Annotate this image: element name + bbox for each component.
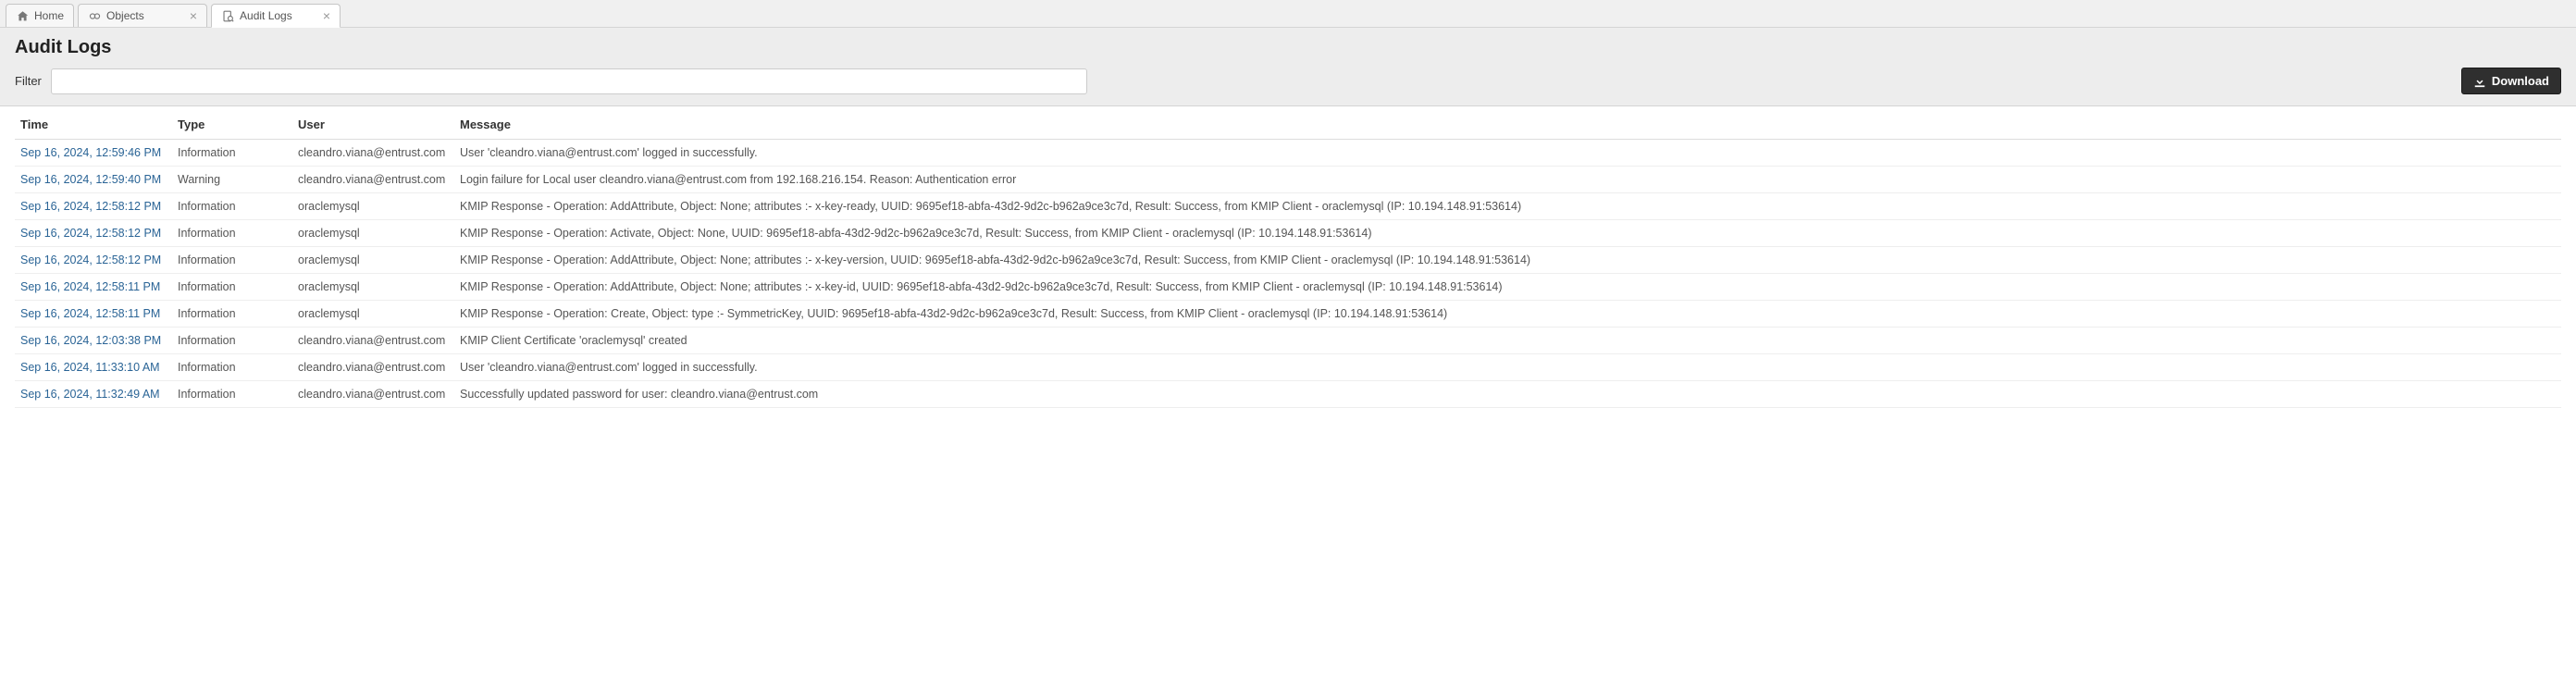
cell-type: Information: [172, 140, 292, 167]
tab-audit-logs-label: Audit Logs: [240, 9, 314, 22]
cell-message: Login failure for Local user cleandro.vi…: [454, 167, 2561, 193]
cell-message: KMIP Response - Operation: AddAttribute,…: [454, 274, 2561, 301]
cell-message: Successfully updated password for user: …: [454, 381, 2561, 408]
cell-message: KMIP Response - Operation: Create, Objec…: [454, 301, 2561, 328]
table-row: Sep 16, 2024, 12:03:38 PM Informationclea…: [15, 328, 2561, 354]
objects-icon: [88, 9, 101, 22]
time-link[interactable]: Sep 16, 2024, 12:58:12 PM: [20, 227, 161, 240]
cell-time: Sep 16, 2024, 11:32:49 AM: [15, 381, 172, 408]
cell-type: Information: [172, 274, 292, 301]
close-icon[interactable]: ×: [319, 9, 334, 22]
time-link[interactable]: Sep 16, 2024, 12:59:46 PM: [20, 146, 161, 159]
table-row: Sep 16, 2024, 12:58:12 PM Informationorac…: [15, 247, 2561, 274]
cell-user: cleandro.viana@entrust.com: [292, 354, 454, 381]
table-row: Sep 16, 2024, 12:58:12 PM Informationorac…: [15, 193, 2561, 220]
audit-log-icon: [221, 9, 234, 22]
cell-user: oraclemysql: [292, 247, 454, 274]
col-header-user[interactable]: User: [292, 110, 454, 140]
cell-time: Sep 16, 2024, 12:58:12 PM: [15, 193, 172, 220]
cell-type: Information: [172, 247, 292, 274]
table-row: Sep 16, 2024, 11:33:10 AM Informationclea…: [15, 354, 2561, 381]
col-header-type[interactable]: Type: [172, 110, 292, 140]
cell-user: cleandro.viana@entrust.com: [292, 328, 454, 354]
cell-type: Information: [172, 301, 292, 328]
col-header-message[interactable]: Message: [454, 110, 2561, 140]
cell-type: Information: [172, 354, 292, 381]
tabs-bar: Home Objects × Audit Logs ×: [0, 0, 2576, 28]
cell-message: KMIP Response - Operation: Activate, Obj…: [454, 220, 2561, 247]
cell-type: Information: [172, 328, 292, 354]
tab-objects[interactable]: Objects ×: [78, 4, 207, 27]
download-button-label: Download: [2492, 74, 2549, 88]
table-row: Sep 16, 2024, 12:58:11 PM Informationorac…: [15, 301, 2561, 328]
tab-objects-label: Objects: [106, 9, 180, 22]
filter-input[interactable]: [51, 68, 1087, 94]
table-row: Sep 16, 2024, 11:32:49 AM Informationclea…: [15, 381, 2561, 408]
page-header: Audit Logs Filter Download: [0, 28, 2576, 106]
filter-row: Filter Download: [15, 68, 2561, 94]
time-link[interactable]: Sep 16, 2024, 12:58:11 PM: [20, 280, 160, 293]
cell-time: Sep 16, 2024, 12:59:40 PM: [15, 167, 172, 193]
close-icon[interactable]: ×: [186, 9, 201, 22]
tab-home-label: Home: [34, 9, 64, 22]
tab-audit-logs[interactable]: Audit Logs ×: [211, 4, 341, 28]
table-row: Sep 16, 2024, 12:59:46 PM Informationclea…: [15, 140, 2561, 167]
cell-message: User 'cleandro.viana@entrust.com' logged…: [454, 140, 2561, 167]
page-title: Audit Logs: [15, 37, 2561, 58]
col-header-time[interactable]: Time: [15, 110, 172, 140]
cell-time: Sep 16, 2024, 12:58:12 PM: [15, 247, 172, 274]
download-button[interactable]: Download: [2461, 68, 2561, 94]
time-link[interactable]: Sep 16, 2024, 12:58:12 PM: [20, 200, 161, 213]
cell-message: KMIP Response - Operation: AddAttribute,…: [454, 247, 2561, 274]
cell-message: KMIP Response - Operation: AddAttribute,…: [454, 193, 2561, 220]
cell-user: cleandro.viana@entrust.com: [292, 140, 454, 167]
time-link[interactable]: Sep 16, 2024, 12:59:40 PM: [20, 173, 161, 186]
cell-message: KMIP Client Certificate 'oraclemysql' cr…: [454, 328, 2561, 354]
filter-label: Filter: [15, 74, 42, 88]
cell-time: Sep 16, 2024, 12:59:46 PM: [15, 140, 172, 167]
cell-user: oraclemysql: [292, 193, 454, 220]
table-row: Sep 16, 2024, 12:59:40 PM Warningcleandro…: [15, 167, 2561, 193]
tab-home[interactable]: Home: [6, 4, 74, 27]
time-link[interactable]: Sep 16, 2024, 12:58:11 PM: [20, 307, 160, 320]
table-row: Sep 16, 2024, 12:58:11 PM Informationorac…: [15, 274, 2561, 301]
cell-user: cleandro.viana@entrust.com: [292, 381, 454, 408]
cell-time: Sep 16, 2024, 12:03:38 PM: [15, 328, 172, 354]
table-row: Sep 16, 2024, 12:58:12 PM Informationorac…: [15, 220, 2561, 247]
cell-type: Warning: [172, 167, 292, 193]
table-header-row: Time Type User Message: [15, 110, 2561, 140]
cell-type: Information: [172, 220, 292, 247]
cell-user: oraclemysql: [292, 274, 454, 301]
cell-time: Sep 16, 2024, 12:58:11 PM: [15, 301, 172, 328]
home-icon: [16, 9, 29, 22]
cell-user: cleandro.viana@entrust.com: [292, 167, 454, 193]
cell-type: Information: [172, 381, 292, 408]
cell-message: User 'cleandro.viana@entrust.com' logged…: [454, 354, 2561, 381]
audit-log-table: Time Type User Message Sep 16, 2024, 12:…: [15, 110, 2561, 408]
time-link[interactable]: Sep 16, 2024, 12:03:38 PM: [20, 334, 161, 347]
time-link[interactable]: Sep 16, 2024, 11:33:10 AM: [20, 361, 160, 374]
cell-time: Sep 16, 2024, 12:58:11 PM: [15, 274, 172, 301]
time-link[interactable]: Sep 16, 2024, 12:58:12 PM: [20, 253, 161, 266]
audit-table-wrap: Time Type User Message Sep 16, 2024, 12:…: [0, 106, 2576, 423]
cell-time: Sep 16, 2024, 12:58:12 PM: [15, 220, 172, 247]
cell-time: Sep 16, 2024, 11:33:10 AM: [15, 354, 172, 381]
cell-user: oraclemysql: [292, 301, 454, 328]
time-link[interactable]: Sep 16, 2024, 11:32:49 AM: [20, 388, 160, 401]
cell-type: Information: [172, 193, 292, 220]
cell-user: oraclemysql: [292, 220, 454, 247]
download-icon: [2473, 75, 2486, 88]
